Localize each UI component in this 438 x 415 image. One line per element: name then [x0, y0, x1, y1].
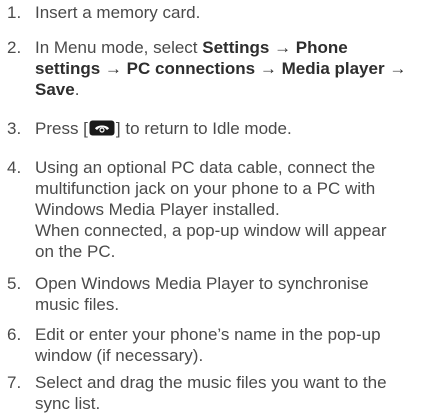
step-suffix: .	[74, 80, 80, 99]
step-line: multifunction jack on your phone to a PC…	[35, 179, 376, 198]
step-line: Windows Media Player installed.	[35, 200, 280, 219]
step-text: Using an optional PC data cable, connect…	[35, 157, 430, 262]
step-text-after-icon: ] to return to Idle mode.	[115, 119, 292, 138]
step-line: window (if necessary).	[35, 346, 204, 365]
step-text: Open Windows Media Player to synchronise…	[35, 273, 430, 315]
menu-path-phone-settings-second-word: settings	[35, 59, 101, 78]
menu-path-settings: Settings	[202, 38, 270, 57]
end-call-key-icon	[89, 120, 115, 136]
step-number: 4.	[7, 158, 22, 177]
menu-path-pc-connections: PC connections	[126, 59, 256, 78]
arrow: →	[259, 59, 277, 78]
step-number: 7.	[7, 373, 22, 392]
step-text-before-icon: Press [	[35, 119, 88, 138]
step-line: sync list.	[35, 394, 101, 413]
step-text: Press [ ] to return to Idle mode.	[35, 118, 430, 139]
menu-path-phone-settings-first-word: Phone	[295, 38, 348, 57]
step-number: 2.	[7, 38, 22, 57]
instruction-steps: 1. Insert a memory card. 2. In Menu mode…	[0, 0, 438, 415]
step-text: Select and drag the music files you want…	[35, 372, 430, 414]
arrow: →	[389, 59, 407, 78]
arrow: →	[274, 38, 292, 57]
step-line: Using an optional PC data cable, connect…	[35, 158, 376, 177]
step-number: 6.	[7, 325, 22, 344]
step-text: Edit or enter your phone’s name in the p…	[35, 324, 430, 366]
menu-path-media-player: Media player	[281, 59, 385, 78]
step-number: 1.	[7, 3, 22, 22]
step-line: music files.	[35, 295, 120, 314]
step-line: Select and drag the music files you want…	[35, 373, 387, 392]
step-note-line: on the PC.	[35, 242, 116, 261]
menu-path-save: Save	[35, 80, 75, 99]
step-number: 5.	[7, 274, 22, 293]
arrow: →	[104, 59, 122, 78]
step-text: Insert a memory card.	[35, 3, 201, 22]
step-line: Edit or enter your phone’s name in the p…	[35, 325, 381, 344]
step-note-line: When connected, a pop-up window will app…	[35, 221, 387, 240]
step-text: In Menu mode, select Settings → Phone se…	[35, 37, 430, 100]
step-line: Open Windows Media Player to synchronise	[35, 274, 369, 293]
step-prefix: In Menu mode, select	[35, 38, 203, 57]
step-number: 3.	[7, 119, 22, 138]
